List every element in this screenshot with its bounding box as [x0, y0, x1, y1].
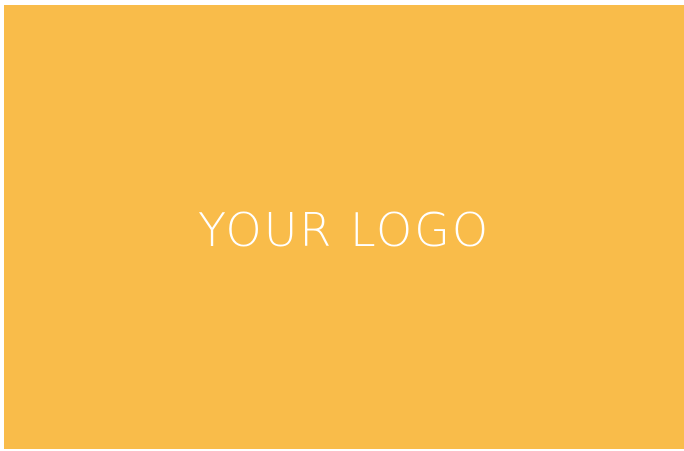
- logo-text: YOUR LOGO: [197, 203, 491, 257]
- canvas: YOUR LOGO: [0, 0, 684, 451]
- logo-placeholder-panel: YOUR LOGO: [4, 5, 684, 449]
